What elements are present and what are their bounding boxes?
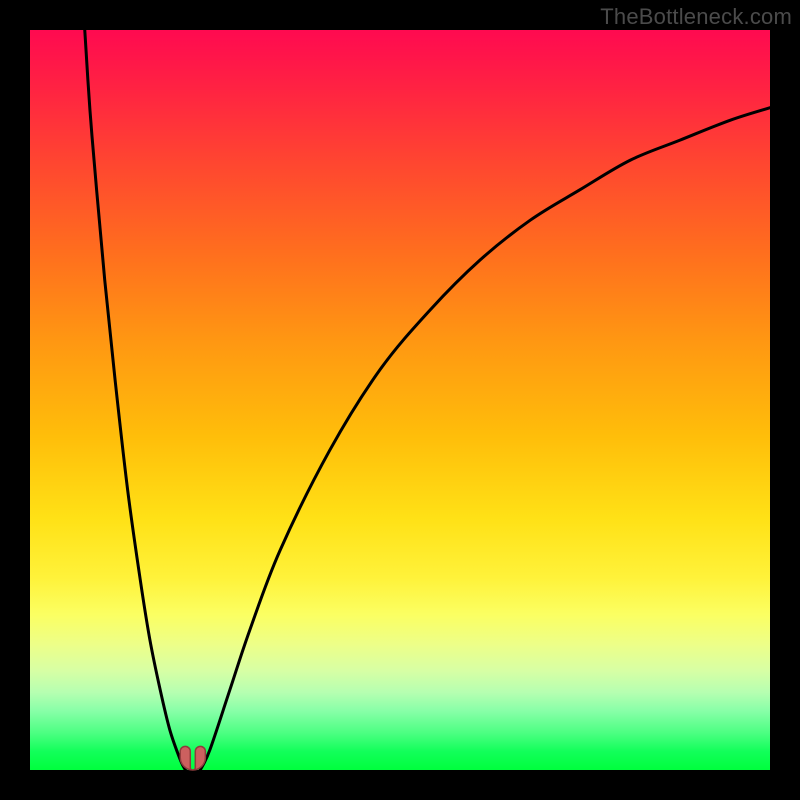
curve-layer <box>30 30 770 770</box>
right-branch-curve <box>200 108 770 770</box>
minimum-u-marker <box>180 746 205 770</box>
left-branch-curve <box>85 30 186 770</box>
plot-area <box>30 30 770 770</box>
watermark-text: TheBottleneck.com <box>600 4 792 30</box>
